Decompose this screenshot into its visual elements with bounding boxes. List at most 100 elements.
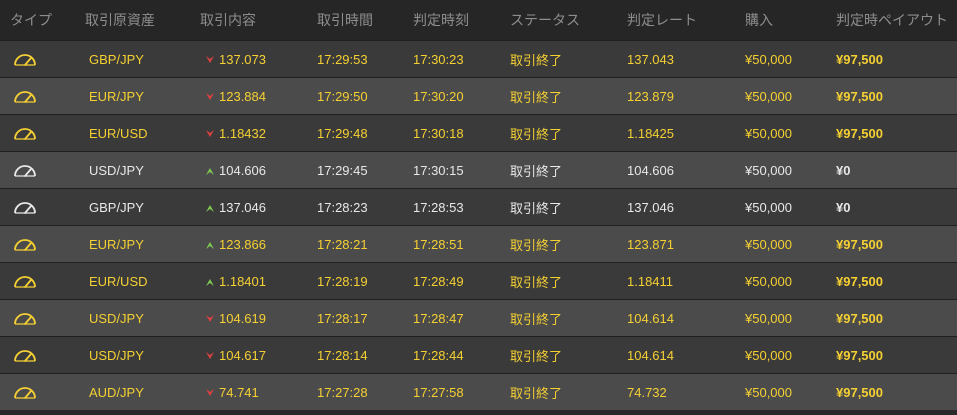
header-type[interactable]: タイプ [0, 10, 85, 30]
entry-rate: 104.606 [219, 162, 266, 178]
judge-rate-cell: 123.879 [627, 88, 674, 104]
asset-cell: GBP/JPY [89, 199, 144, 215]
arrow-down-icon [206, 92, 214, 100]
type-cell [0, 88, 85, 105]
trade-time-cell: 17:28:14 [317, 347, 368, 363]
table-row[interactable]: EUR/USD 1.18432 17:29:48 17:30:18 取引終了 1.1842… [0, 114, 957, 151]
trade-time-cell: 17:29:50 [317, 88, 368, 104]
table-row[interactable]: USD/JPY 104.617 17:28:14 17:28:44 取引終了 104.61… [0, 336, 957, 373]
trade-content-cell: 137.046 [200, 200, 317, 215]
arrow-up-icon [206, 167, 214, 175]
gauge-icon [14, 128, 36, 141]
header-trade-content[interactable]: 取引内容 [200, 10, 317, 30]
entry-rate: 137.073 [219, 51, 266, 67]
trade-content-cell: 104.617 [200, 348, 317, 363]
header-trade-time[interactable]: 取引時間 [317, 10, 413, 30]
entry-rate: 104.617 [219, 347, 266, 363]
table-row[interactable]: EUR/JPY 123.866 17:28:21 17:28:51 取引終了 123.87… [0, 225, 957, 262]
asset-cell: GBP/JPY [89, 51, 144, 67]
gauge-icon [14, 202, 36, 215]
header-status[interactable]: ステータス [510, 10, 627, 30]
judge-rate-cell: 104.614 [627, 347, 674, 363]
type-cell [0, 384, 85, 401]
judge-rate-cell: 104.614 [627, 310, 674, 326]
judge-time-cell: 17:27:58 [413, 384, 464, 400]
status-cell: 取引終了 [510, 52, 563, 68]
table-row[interactable]: GBP/JPY 137.046 17:28:23 17:28:53 取引終了 137.04… [0, 188, 957, 225]
status-cell: 取引終了 [510, 200, 563, 216]
payout-cell: ¥97,500 [836, 51, 883, 67]
table-row[interactable]: EUR/USD 1.18401 17:28:19 17:28:49 取引終了 1.1841… [0, 262, 957, 299]
entry-rate: 123.884 [219, 88, 266, 104]
payout-cell: ¥97,500 [836, 273, 883, 289]
trade-content-cell: 1.18401 [200, 274, 317, 289]
trade-content-cell: 104.606 [200, 163, 317, 178]
arrow-down-icon [206, 351, 214, 359]
purchase-cell: ¥50,000 [745, 310, 792, 326]
arrow-down-icon [206, 55, 214, 63]
purchase-cell: ¥50,000 [745, 273, 792, 289]
judge-rate-cell: 123.871 [627, 236, 674, 252]
table-row[interactable]: USD/JPY 104.619 17:28:17 17:28:47 取引終了 104.61… [0, 299, 957, 336]
table-header: タイプ 取引原資産 取引内容 取引時間 判定時刻 ステータス 判定レート 購入 … [0, 0, 957, 40]
header-purchase[interactable]: 購入 [745, 10, 836, 30]
payout-cell: ¥97,500 [836, 125, 883, 141]
trade-time-cell: 17:28:19 [317, 273, 368, 289]
entry-rate: 123.866 [219, 236, 266, 252]
trade-time-cell: 17:29:45 [317, 162, 368, 178]
table-row[interactable]: GBP/JPY 137.073 17:29:53 17:30:23 取引終了 137.04… [0, 40, 957, 77]
trade-time-cell: 17:28:21 [317, 236, 368, 252]
header-payout[interactable]: 判定時ペイアウト [836, 10, 957, 30]
type-cell [0, 236, 85, 253]
purchase-cell: ¥50,000 [745, 88, 792, 104]
table-row[interactable]: EUR/JPY 123.884 17:29:50 17:30:20 取引終了 123.87… [0, 77, 957, 114]
judge-rate-cell: 74.732 [627, 384, 667, 400]
purchase-cell: ¥50,000 [745, 384, 792, 400]
type-cell [0, 347, 85, 364]
header-judge-time[interactable]: 判定時刻 [413, 10, 510, 30]
purchase-cell: ¥50,000 [745, 125, 792, 141]
asset-cell: USD/JPY [89, 347, 144, 363]
gauge-icon [14, 165, 36, 178]
payout-cell: ¥97,500 [836, 236, 883, 252]
type-cell [0, 310, 85, 327]
asset-cell: EUR/JPY [89, 236, 144, 252]
judge-time-cell: 17:28:49 [413, 273, 464, 289]
table-row[interactable]: USD/JPY 104.606 17:29:45 17:30:15 取引終了 104.60… [0, 151, 957, 188]
trade-content-cell: 104.619 [200, 311, 317, 326]
trade-content-cell: 137.073 [200, 52, 317, 67]
status-cell: 取引終了 [510, 89, 563, 105]
trade-time-cell: 17:29:53 [317, 51, 368, 67]
gauge-icon [14, 54, 36, 67]
asset-cell: EUR/JPY [89, 88, 144, 104]
judge-time-cell: 17:30:18 [413, 125, 464, 141]
purchase-cell: ¥50,000 [745, 162, 792, 178]
asset-cell: AUD/JPY [89, 384, 144, 400]
header-asset[interactable]: 取引原資産 [85, 10, 200, 30]
asset-cell: EUR/USD [89, 273, 148, 289]
status-cell: 取引終了 [510, 348, 563, 364]
entry-rate: 74.741 [219, 384, 259, 400]
judge-time-cell: 17:30:20 [413, 88, 464, 104]
purchase-cell: ¥50,000 [745, 199, 792, 215]
judge-time-cell: 17:30:15 [413, 162, 464, 178]
trade-content-cell: 123.884 [200, 89, 317, 104]
gauge-icon [14, 313, 36, 326]
judge-rate-cell: 1.18425 [627, 125, 674, 141]
judge-rate-cell: 104.606 [627, 162, 674, 178]
arrow-up-icon [206, 278, 214, 286]
judge-rate-cell: 1.18411 [627, 273, 674, 289]
trade-content-cell: 74.741 [200, 385, 317, 400]
type-cell [0, 125, 85, 142]
purchase-cell: ¥50,000 [745, 51, 792, 67]
type-cell [0, 273, 85, 290]
payout-cell: ¥97,500 [836, 384, 883, 400]
judge-rate-cell: 137.043 [627, 51, 674, 67]
judge-time-cell: 17:30:23 [413, 51, 464, 67]
asset-cell: EUR/USD [89, 125, 148, 141]
judge-time-cell: 17:28:47 [413, 310, 464, 326]
status-cell: 取引終了 [510, 163, 563, 179]
table-row[interactable]: AUD/JPY 74.741 17:27:28 17:27:58 取引終了 74.732 ¥… [0, 373, 957, 410]
entry-rate: 1.18432 [219, 125, 266, 141]
header-judge-rate[interactable]: 判定レート [627, 10, 745, 30]
